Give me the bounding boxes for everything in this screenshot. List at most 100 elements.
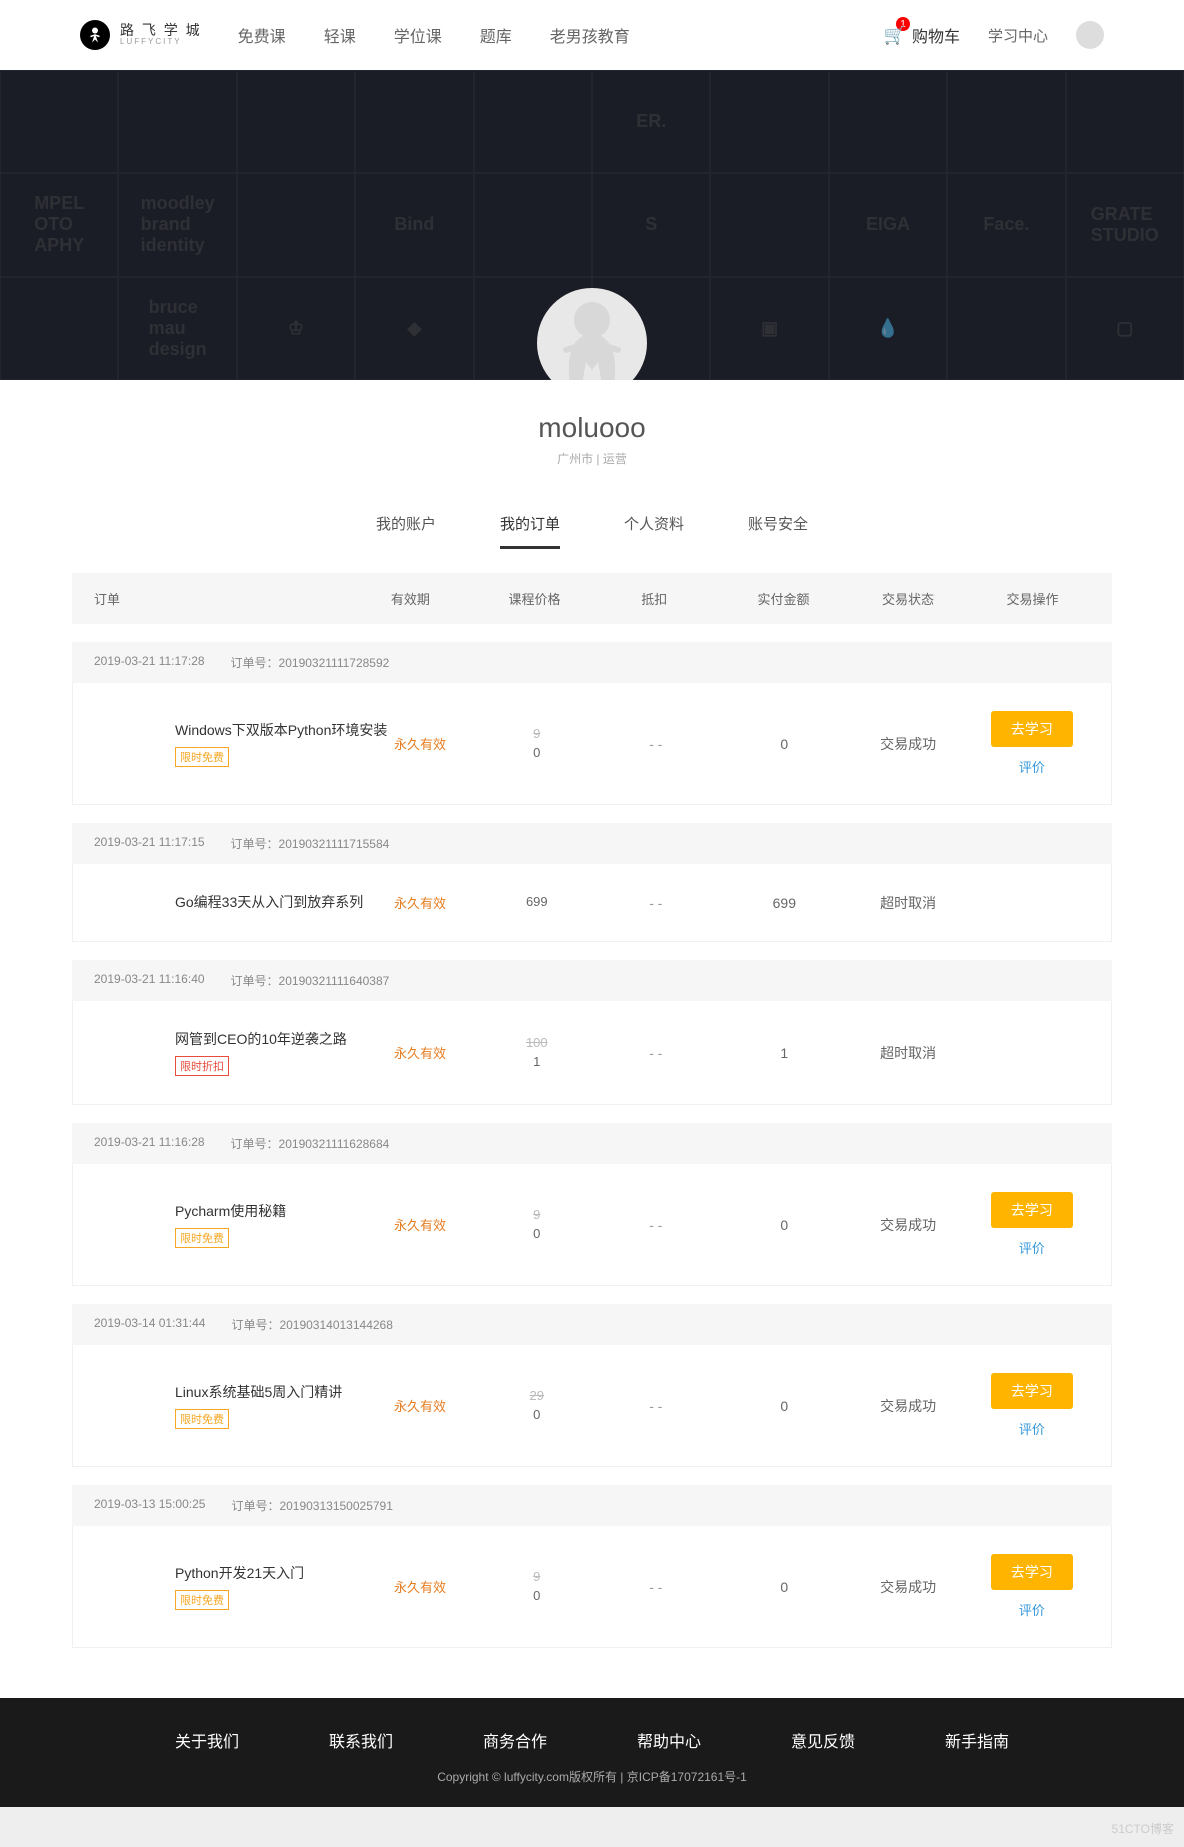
order-title-wrap: Python开发21天入门 限时免费 bbox=[95, 1563, 394, 1610]
rate-link[interactable]: 评价 bbox=[975, 757, 1089, 776]
order-title-wrap: Windows下双版本Python环境安装 限时免费 bbox=[95, 720, 394, 767]
order-title-wrap: Pycharm使用秘籍 限时免费 bbox=[95, 1201, 394, 1248]
status-cell: 交易成功 bbox=[841, 734, 974, 754]
footer-guide[interactable]: 新手指南 bbox=[945, 1728, 1009, 1752]
promo-badge: 限时免费 bbox=[175, 747, 229, 767]
th-order: 订单 bbox=[94, 589, 391, 608]
order-number: 订单号：20190321111728592 bbox=[231, 654, 390, 671]
paid-cell: 0 bbox=[727, 1217, 841, 1233]
discount-cell: - - bbox=[584, 1579, 727, 1595]
rate-link[interactable]: 评价 bbox=[975, 1238, 1089, 1257]
valid-period: 永久有效 bbox=[394, 893, 489, 912]
watermark: 51CTO博客 bbox=[1112, 1820, 1174, 1837]
footer-help[interactable]: 帮助中心 bbox=[637, 1728, 701, 1752]
paid-cell: 0 bbox=[727, 736, 841, 752]
status-cell: 交易成功 bbox=[841, 1215, 974, 1235]
price-cell: 90 bbox=[489, 1206, 584, 1242]
rate-link[interactable]: 评价 bbox=[975, 1419, 1089, 1438]
order-title-wrap: Linux系统基础5周入门精讲 限时免费 bbox=[95, 1382, 394, 1429]
learn-center-link[interactable]: 学习中心 bbox=[988, 25, 1048, 46]
order-meta: 2019-03-21 11:16:28 订单号：2019032111162868… bbox=[72, 1123, 1112, 1164]
tab-orders[interactable]: 我的订单 bbox=[500, 501, 560, 549]
study-button[interactable]: 去学习 bbox=[991, 711, 1073, 747]
study-button[interactable]: 去学习 bbox=[991, 1192, 1073, 1228]
order-block: 2019-03-21 11:16:28 订单号：2019032111162868… bbox=[72, 1123, 1112, 1286]
nav-oldboy[interactable]: 老男孩教育 bbox=[550, 23, 630, 47]
tab-account[interactable]: 我的账户 bbox=[376, 501, 436, 549]
th-paid: 实付金额 bbox=[726, 589, 841, 608]
order-number: 订单号：20190321111715584 bbox=[231, 835, 390, 852]
nav-degree[interactable]: 学位课 bbox=[394, 23, 442, 47]
order-title[interactable]: Go编程33天从入门到放弃系列 bbox=[175, 892, 394, 913]
order-meta: 2019-03-21 11:17:15 订单号：2019032111171558… bbox=[72, 823, 1112, 864]
paid-cell: 699 bbox=[727, 895, 841, 911]
valid-period: 永久有效 bbox=[394, 1396, 489, 1415]
footer-links: 关于我们 联系我们 商务合作 帮助中心 意见反馈 新手指南 bbox=[0, 1728, 1184, 1752]
price-cell: 699 bbox=[489, 893, 584, 911]
discount-cell: - - bbox=[584, 1045, 727, 1061]
action-cell: 去学习 评价 bbox=[975, 1554, 1089, 1619]
nav-light[interactable]: 轻课 bbox=[324, 23, 356, 47]
discount-cell: - - bbox=[584, 736, 727, 752]
header-left: 路 飞 学 城 LUFFYCITY 免费课 轻课 学位课 题库 老男孩教育 bbox=[80, 20, 630, 50]
paid-cell: 0 bbox=[727, 1579, 841, 1595]
status-cell: 交易成功 bbox=[841, 1577, 974, 1597]
table-head: 订单 有效期 课程价格 抵扣 实付金额 交易状态 交易操作 bbox=[72, 573, 1112, 624]
header-right: 1 🛒 购物车 学习中心 bbox=[884, 21, 1104, 49]
user-avatar-small[interactable] bbox=[1076, 21, 1104, 49]
th-discount: 抵扣 bbox=[582, 589, 726, 608]
order-row: 网管到CEO的10年逆袭之路 限时折扣 永久有效 1001 - - 1 超时取消 bbox=[72, 1001, 1112, 1105]
logo-text: 路 飞 学 城 LUFFYCITY bbox=[120, 23, 202, 47]
order-title[interactable]: 网管到CEO的10年逆袭之路 bbox=[175, 1029, 394, 1050]
logo-cn: 路 飞 学 城 bbox=[120, 23, 202, 38]
discount-cell: - - bbox=[584, 1398, 727, 1414]
tab-profile[interactable]: 个人资料 bbox=[624, 501, 684, 549]
order-title-wrap: Go编程33天从入门到放弃系列 bbox=[95, 892, 394, 913]
profile-tabs: 我的账户 我的订单 个人资料 账号安全 bbox=[0, 501, 1184, 549]
logo[interactable]: 路 飞 学 城 LUFFYCITY bbox=[80, 20, 202, 50]
profile-info: moluooo 广州市 | 运营 bbox=[0, 380, 1184, 477]
order-time: 2019-03-14 01:31:44 bbox=[94, 1316, 205, 1333]
user-meta: 广州市 | 运营 bbox=[0, 450, 1184, 467]
study-button[interactable]: 去学习 bbox=[991, 1554, 1073, 1590]
order-time: 2019-03-21 11:16:40 bbox=[94, 972, 205, 989]
order-time: 2019-03-13 15:00:25 bbox=[94, 1497, 205, 1514]
cart-button[interactable]: 1 🛒 购物车 bbox=[884, 23, 960, 47]
order-row: Pycharm使用秘籍 限时免费 永久有效 90 - - 0 交易成功 去学习 … bbox=[72, 1164, 1112, 1286]
order-time: 2019-03-21 11:16:28 bbox=[94, 1135, 205, 1152]
copyright: Copyright © luffycity.com版权所有 | 京ICP备170… bbox=[0, 1768, 1184, 1785]
header: 路 飞 学 城 LUFFYCITY 免费课 轻课 学位课 题库 老男孩教育 1 … bbox=[0, 0, 1184, 70]
footer-contact[interactable]: 联系我们 bbox=[329, 1728, 393, 1752]
logo-en: LUFFYCITY bbox=[120, 38, 202, 47]
promo-badge: 限时折扣 bbox=[175, 1056, 229, 1076]
rate-link[interactable]: 评价 bbox=[975, 1600, 1089, 1619]
nav-free[interactable]: 免费课 bbox=[238, 23, 286, 47]
nav-bank[interactable]: 题库 bbox=[480, 23, 512, 47]
order-title[interactable]: Linux系统基础5周入门精讲 bbox=[175, 1382, 394, 1403]
th-action: 交易操作 bbox=[975, 589, 1090, 608]
footer-business[interactable]: 商务合作 bbox=[483, 1728, 547, 1752]
order-block: 2019-03-21 11:16:40 订单号：2019032111164038… bbox=[72, 960, 1112, 1105]
study-button[interactable]: 去学习 bbox=[991, 1373, 1073, 1409]
price-cell: 290 bbox=[489, 1387, 584, 1423]
order-row: Linux系统基础5周入门精讲 限时免费 永久有效 290 - - 0 交易成功… bbox=[72, 1345, 1112, 1467]
order-title[interactable]: Windows下双版本Python环境安装 bbox=[175, 720, 394, 741]
th-price: 课程价格 bbox=[487, 589, 583, 608]
order-block: 2019-03-21 11:17:28 订单号：2019032111172859… bbox=[72, 642, 1112, 805]
tab-security[interactable]: 账号安全 bbox=[748, 501, 808, 549]
action-cell: 去学习 评价 bbox=[975, 711, 1089, 776]
order-title[interactable]: Pycharm使用秘籍 bbox=[175, 1201, 394, 1222]
valid-period: 永久有效 bbox=[394, 734, 489, 753]
orders-content: 订单 有效期 课程价格 抵扣 实付金额 交易状态 交易操作 2019-03-21… bbox=[72, 573, 1112, 1648]
footer-feedback[interactable]: 意见反馈 bbox=[791, 1728, 855, 1752]
order-time: 2019-03-21 11:17:15 bbox=[94, 835, 205, 852]
status-cell: 超时取消 bbox=[841, 893, 974, 913]
valid-period: 永久有效 bbox=[394, 1577, 489, 1596]
order-title[interactable]: Python开发21天入门 bbox=[175, 1563, 394, 1584]
order-number: 订单号：20190321111628684 bbox=[231, 1135, 390, 1152]
discount-cell: - - bbox=[584, 1217, 727, 1233]
order-number: 订单号：20190314013144268 bbox=[231, 1316, 392, 1333]
footer-about[interactable]: 关于我们 bbox=[175, 1728, 239, 1752]
order-block: 2019-03-21 11:17:15 订单号：2019032111171558… bbox=[72, 823, 1112, 942]
order-block: 2019-03-14 01:31:44 订单号：2019031401314426… bbox=[72, 1304, 1112, 1467]
